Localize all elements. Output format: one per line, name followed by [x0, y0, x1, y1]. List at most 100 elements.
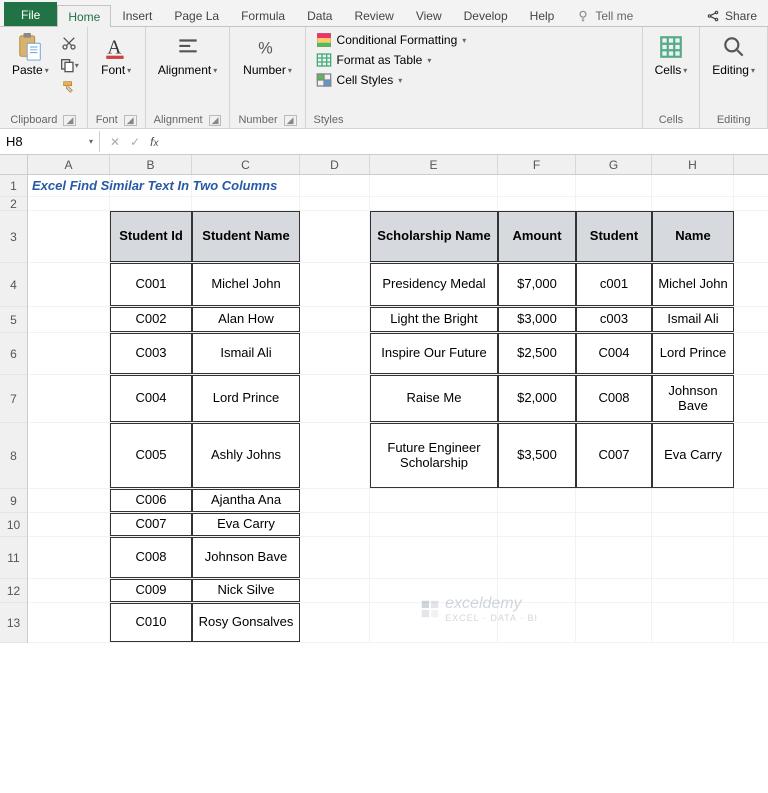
cell[interactable] — [110, 175, 192, 196]
cell[interactable]: C003 — [110, 333, 192, 374]
cell[interactable] — [300, 197, 370, 210]
editing-button[interactable]: Editing▾ — [708, 31, 759, 79]
formula-input[interactable] — [168, 131, 768, 152]
cell[interactable] — [28, 537, 110, 578]
cell[interactable] — [576, 603, 652, 642]
cell[interactable] — [28, 333, 110, 374]
cell[interactable] — [300, 513, 370, 536]
cell[interactable] — [370, 175, 498, 196]
cell[interactable] — [300, 375, 370, 422]
cell[interactable]: Name — [652, 211, 734, 262]
cell[interactable] — [110, 197, 192, 210]
col-header[interactable]: F — [498, 155, 576, 174]
cell[interactable] — [28, 197, 110, 210]
cell[interactable]: C004 — [110, 375, 192, 422]
alignment-launcher[interactable]: ◢ — [209, 115, 222, 126]
cell[interactable] — [652, 489, 734, 512]
cell[interactable] — [300, 211, 370, 262]
cell[interactable]: Excel Find Similar Text In Two Columns — [28, 175, 110, 196]
name-box[interactable]: H8▾ — [0, 131, 100, 152]
cell[interactable]: Student — [576, 211, 652, 262]
cell[interactable] — [498, 197, 576, 210]
tab-file[interactable]: File — [4, 2, 57, 26]
tab-data[interactable]: Data — [296, 4, 343, 26]
cell[interactable] — [652, 603, 734, 642]
clipboard-launcher[interactable]: ◢ — [63, 115, 76, 126]
tab-formulas[interactable]: Formula — [230, 4, 296, 26]
cell[interactable]: C008 — [576, 375, 652, 422]
cell[interactable] — [300, 333, 370, 374]
cells-button[interactable]: Cells▾ — [651, 31, 692, 79]
cell[interactable]: C004 — [576, 333, 652, 374]
cell[interactable]: C005 — [110, 423, 192, 488]
row-header[interactable]: 6 — [0, 333, 28, 375]
cell[interactable] — [300, 603, 370, 642]
cell[interactable]: Student Name — [192, 211, 300, 262]
cell[interactable]: Scholarship Name — [370, 211, 498, 262]
cell[interactable] — [370, 489, 498, 512]
cell[interactable]: Alan How — [192, 307, 300, 332]
cell[interactable] — [300, 175, 370, 196]
cell[interactable]: Future Engineer Scholarship — [370, 423, 498, 488]
row-header[interactable]: 1 — [0, 175, 28, 197]
cell[interactable]: Rosy Gonsalves — [192, 603, 300, 642]
cell[interactable] — [370, 197, 498, 210]
cell[interactable] — [576, 513, 652, 536]
cell[interactable] — [652, 175, 734, 196]
row-header[interactable]: 11 — [0, 537, 28, 579]
cell[interactable]: C002 — [110, 307, 192, 332]
tab-review[interactable]: Review — [343, 4, 404, 26]
cell[interactable]: C009 — [110, 579, 192, 602]
cell[interactable] — [652, 537, 734, 578]
font-launcher[interactable]: ◢ — [124, 115, 137, 126]
tab-view[interactable]: View — [405, 4, 453, 26]
cell[interactable]: C007 — [110, 513, 192, 536]
cell[interactable] — [28, 423, 110, 488]
cell[interactable] — [652, 513, 734, 536]
conditional-formatting-button[interactable]: Conditional Formatting▾ — [314, 31, 469, 49]
copy-button[interactable]: ▾ — [59, 55, 79, 75]
cell[interactable] — [300, 579, 370, 602]
cell[interactable] — [300, 489, 370, 512]
col-header[interactable]: B — [110, 155, 192, 174]
select-all-corner[interactable] — [0, 155, 28, 174]
format-as-table-button[interactable]: Format as Table▾ — [314, 51, 469, 69]
cell[interactable]: C006 — [110, 489, 192, 512]
cell[interactable] — [28, 579, 110, 602]
cell[interactable]: Michel John — [652, 263, 734, 306]
row-header[interactable]: 12 — [0, 579, 28, 603]
row-header[interactable]: 7 — [0, 375, 28, 423]
row-header[interactable]: 2 — [0, 197, 28, 211]
cell[interactable]: c001 — [576, 263, 652, 306]
row-header[interactable]: 13 — [0, 603, 28, 643]
tab-home[interactable]: Home — [57, 5, 111, 27]
fx-button[interactable]: fx — [150, 135, 158, 149]
col-header[interactable]: G — [576, 155, 652, 174]
cell[interactable] — [28, 375, 110, 422]
cell[interactable] — [576, 537, 652, 578]
cell[interactable] — [28, 603, 110, 642]
worksheet-grid[interactable]: A B C D E F G H 12345678910111213 Excel … — [0, 155, 768, 643]
cell[interactable]: Inspire Our Future — [370, 333, 498, 374]
cell[interactable] — [300, 307, 370, 332]
cell[interactable]: Ismail Ali — [652, 307, 734, 332]
row-header[interactable]: 3 — [0, 211, 28, 263]
share-button[interactable]: Share — [695, 4, 768, 26]
cell[interactable]: Lord Prince — [652, 333, 734, 374]
cell[interactable] — [192, 175, 300, 196]
paste-button[interactable]: Paste▾ — [8, 31, 53, 79]
cell-styles-button[interactable]: Cell Styles▾ — [314, 71, 469, 89]
cell[interactable] — [498, 175, 576, 196]
cell[interactable] — [28, 489, 110, 512]
cut-button[interactable] — [59, 33, 79, 53]
cell[interactable] — [300, 537, 370, 578]
col-header[interactable]: A — [28, 155, 110, 174]
cell[interactable] — [498, 513, 576, 536]
cell[interactable] — [652, 579, 734, 602]
cell[interactable]: Light the Bright — [370, 307, 498, 332]
row-header[interactable]: 8 — [0, 423, 28, 489]
cancel-formula-button[interactable]: ✕ — [110, 135, 120, 149]
font-button[interactable]: A Font▾ — [97, 31, 135, 79]
cell[interactable]: $3,500 — [498, 423, 576, 488]
tab-help[interactable]: Help — [519, 4, 566, 26]
